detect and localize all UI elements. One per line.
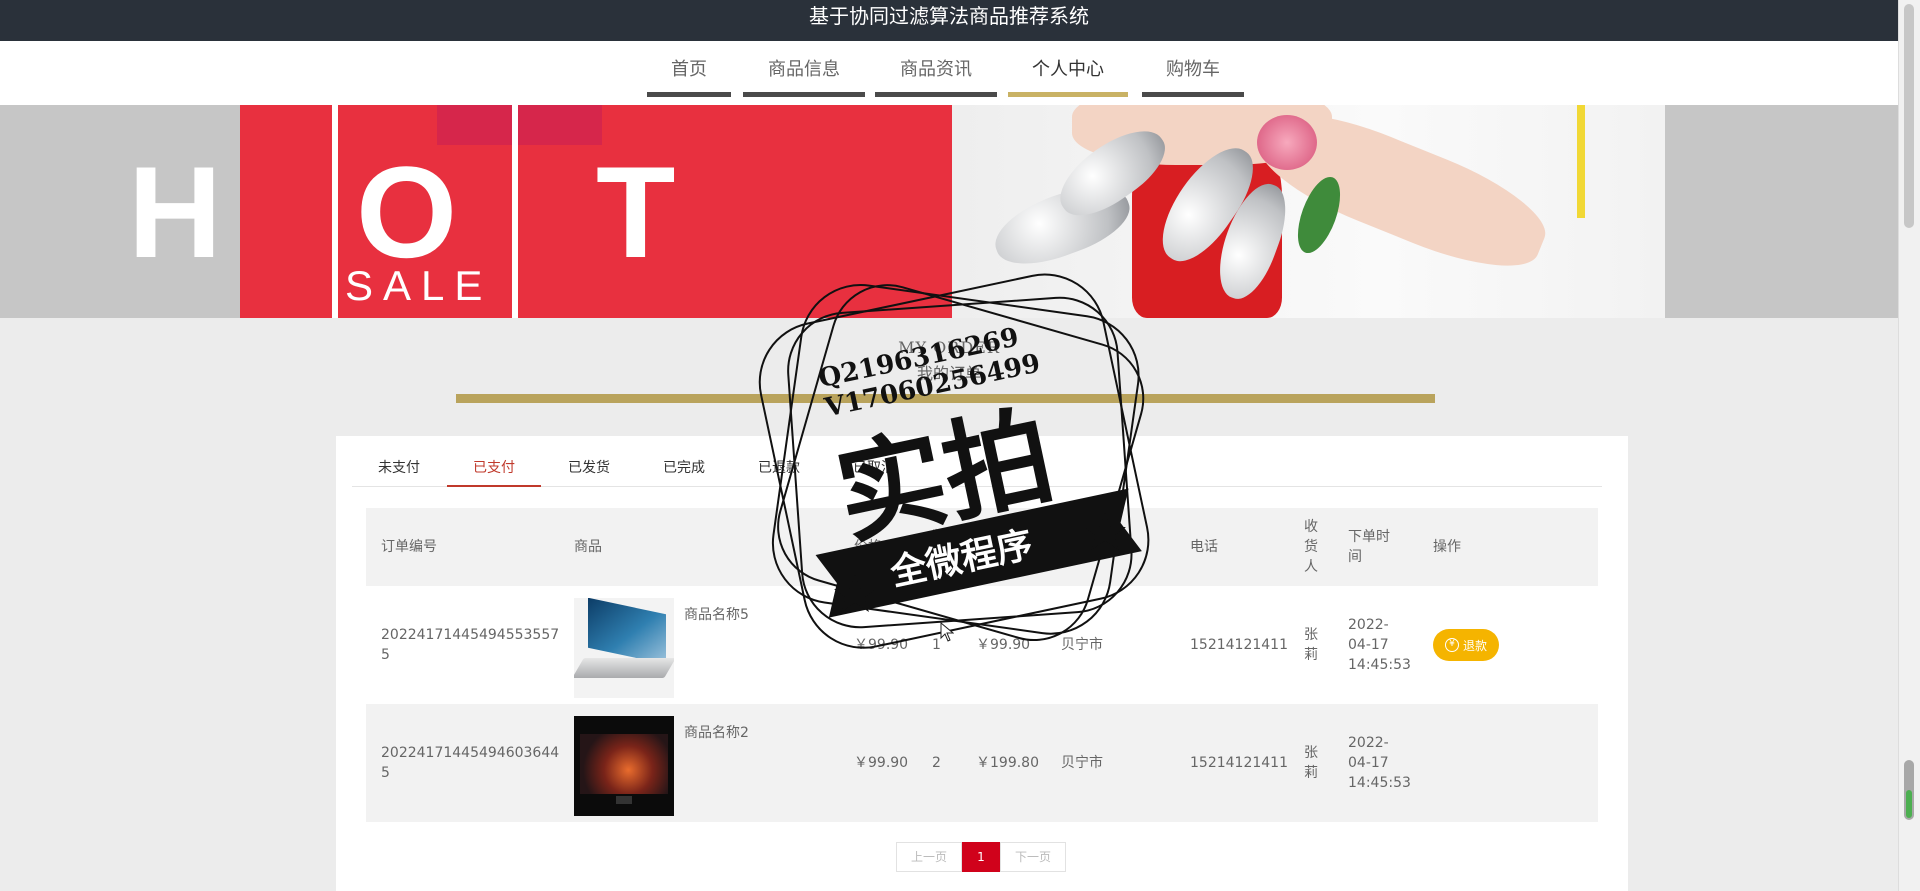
mouse-cursor-icon [940, 622, 954, 642]
order-no: 2022417144549460364​45 [381, 745, 560, 781]
banner-letter-o: O [356, 139, 458, 285]
top-title-bar: 基于协同过滤算法商品推荐系统 [0, 0, 1898, 41]
banner-pink-block [437, 105, 602, 145]
tab-cancelled[interactable]: 已取消 [827, 450, 921, 487]
banner-letter-h: H [128, 139, 222, 285]
nav-item-home[interactable]: 首页 [647, 41, 731, 105]
section-title-en: MY ORDER [898, 338, 1000, 357]
th-total: 总价 [976, 539, 1004, 555]
pager-page-button[interactable]: 1 [962, 842, 1000, 872]
address: 贝宁市 [1061, 755, 1103, 771]
tab-completed[interactable]: 已完成 [637, 450, 731, 487]
th-price: 价格 [854, 539, 882, 555]
th-product: 商品 [574, 539, 602, 555]
banner-divider [512, 105, 518, 318]
price: ￥99.90 [854, 755, 909, 771]
banner-divider [332, 105, 338, 318]
th-receiver: 收货人 [1304, 519, 1318, 575]
th-qty: 数量 [932, 529, 946, 565]
yen-coin-icon: ¥ [1444, 638, 1459, 652]
tab-unpaid[interactable]: 未支付 [352, 450, 446, 487]
table-header: 订单编号 商品 价格 数量 总价 地址 电话 收货人 下单时间 操作 [366, 508, 1598, 586]
orders-panel: 未支付 已支付 已发货 已完成 已退款 已取消 订单编号 商品 价格 数量 总价… [336, 436, 1628, 891]
quantity: 2 [932, 755, 941, 771]
product-name[interactable]: 商品名称2 [684, 722, 749, 742]
pagination: 上一页 1 下一页 [896, 842, 1066, 872]
receiver: 张莉 [1304, 627, 1318, 663]
banner-sale-text: SALE [345, 262, 493, 309]
nav-item-product-info[interactable]: 商品信息 [743, 41, 865, 105]
banner-letter-t: T [596, 139, 676, 285]
total-price: ￥99.90 [976, 637, 1031, 653]
price: ￥99.90 [854, 637, 909, 653]
th-action: 操作 [1433, 539, 1461, 555]
tab-paid[interactable]: 已支付 [447, 450, 541, 487]
section-divider [456, 394, 1435, 403]
banner-rose-icon [1257, 115, 1317, 170]
pager-prev-button[interactable]: 上一页 [896, 842, 962, 872]
page-scrollbar[interactable] [1898, 0, 1920, 891]
product-thumbnail[interactable] [574, 598, 674, 698]
address: 贝宁市 [1061, 637, 1103, 653]
order-no: 20224171445494553557​5 [381, 627, 560, 663]
table-row: 20224171445494553557​5 商品名称5 ￥99.90 1 ￥9… [366, 586, 1598, 704]
receiver: 张莉 [1304, 745, 1318, 781]
order-status-tabs: 未支付 已支付 已发货 已完成 已退款 已取消 [352, 450, 1602, 487]
order-time: 2022-04-17 14:45:53 [1348, 617, 1411, 673]
pager-next-button[interactable]: 下一页 [1000, 842, 1066, 872]
th-order-time: 下单时间 [1348, 529, 1390, 565]
quantity: 1 [932, 637, 941, 653]
order-time: 2022-04-17 14:45:53 [1348, 735, 1411, 791]
total-price: ￥199.80 [976, 755, 1039, 771]
nav-item-personal-center[interactable]: 个人中心 [1008, 41, 1128, 105]
refund-button[interactable]: ¥ 退款 [1433, 629, 1499, 661]
table-row: 2022417144549460364​45 商品名称2 ￥99.90 2 ￥1… [366, 704, 1598, 822]
main-nav: 首页 商品信息 商品资讯 个人中心 购物车 [0, 41, 1898, 105]
section-title: MY ORDER 我的订单 [0, 338, 1898, 384]
phone: 15214121411 [1190, 755, 1288, 771]
nav-item-cart[interactable]: 购物车 [1142, 41, 1244, 105]
tab-shipped[interactable]: 已发货 [542, 450, 636, 487]
banner-yellow-stripe [1577, 105, 1585, 218]
section-title-cn: 我的订单 [916, 364, 981, 383]
phone: 15214121411 [1190, 637, 1288, 653]
th-address: 地址 [1061, 539, 1089, 555]
banner-photo-panel [952, 105, 1665, 318]
scrollbar-thumb[interactable] [1904, 4, 1914, 228]
refund-button-label: 退款 [1462, 638, 1487, 653]
nav-item-product-news[interactable]: 商品资讯 [875, 41, 997, 105]
product-name[interactable]: 商品名称5 [684, 604, 749, 624]
th-order-no: 订单编号 [381, 539, 437, 555]
tab-refunded[interactable]: 已退款 [732, 450, 826, 487]
hero-banner[interactable]: H O T SALE [0, 105, 1898, 318]
site-title: 基于协同过滤算法商品推荐系统 [809, 4, 1089, 28]
product-thumbnail[interactable] [574, 716, 674, 816]
th-phone: 电话 [1190, 539, 1218, 555]
scrollbar-indicator [1906, 790, 1912, 818]
